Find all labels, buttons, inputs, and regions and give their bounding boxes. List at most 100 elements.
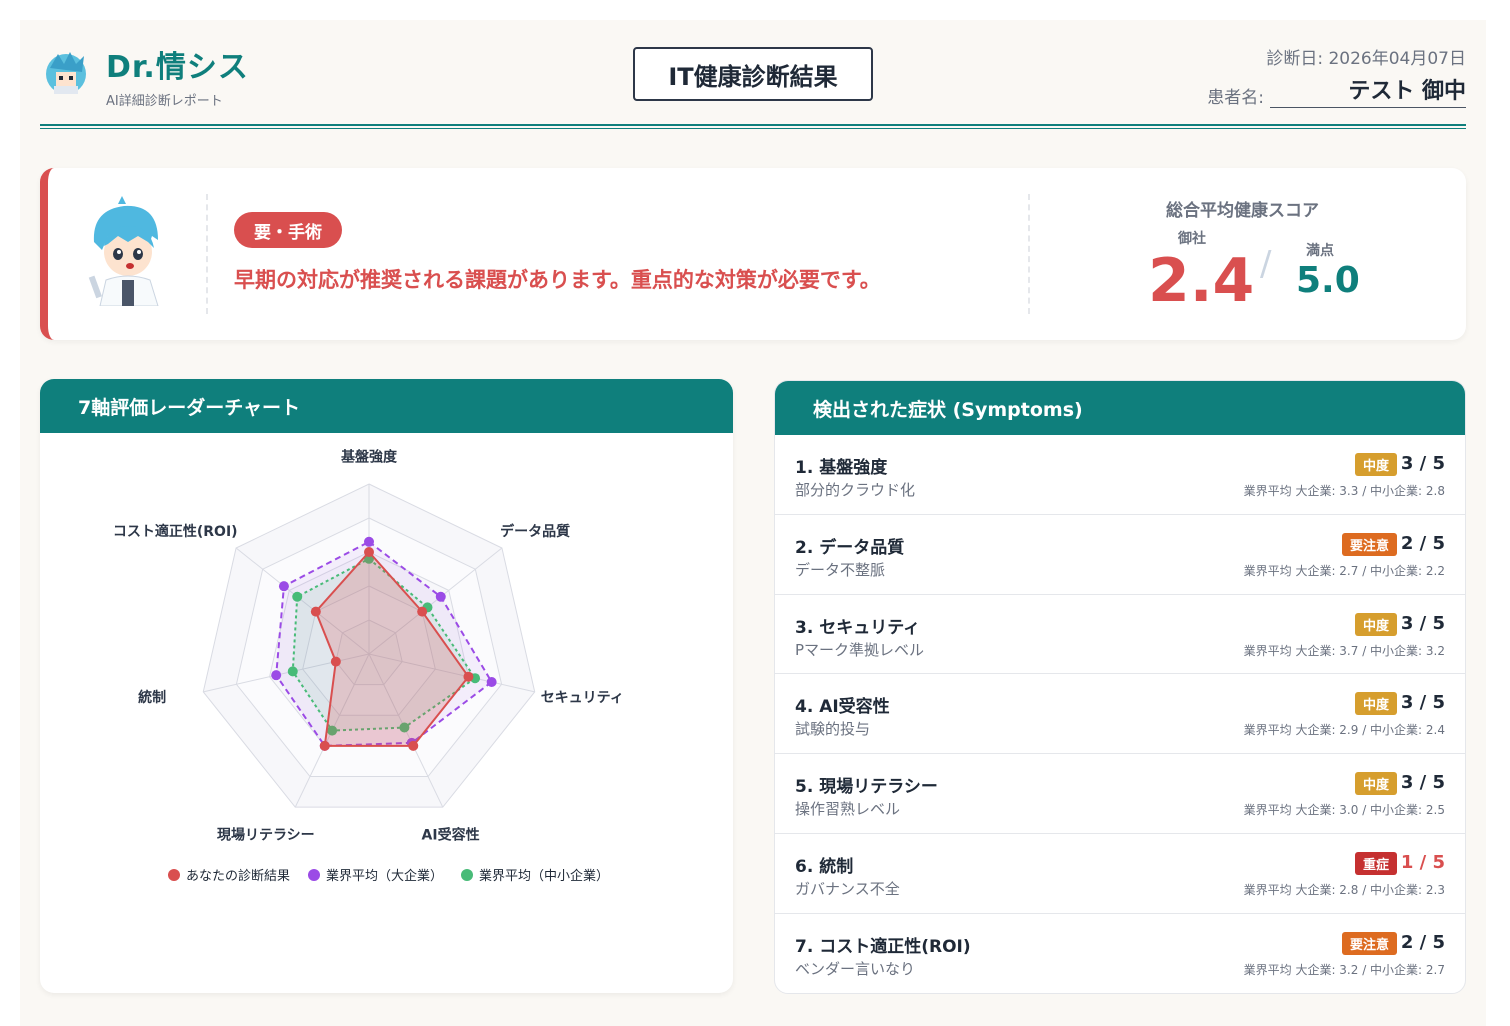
legend-swatch (168, 868, 180, 881)
score-separator: / (1260, 244, 1272, 284)
symptom-name: 4. AI受容性 (795, 697, 890, 718)
symptom-score: 3 / 5 (1400, 692, 1445, 714)
industry-average: 業界平均 大企業: 2.7 / 中小企業: 2.2 (1243, 563, 1445, 578)
radar-data-point (278, 581, 289, 592)
radar-legend: あなたの診断結果 業界平均（大企業） 業界平均（中小企業） (168, 865, 609, 884)
symptom-name: 7. コスト適正性(ROI) (795, 936, 971, 957)
legend-label: 業界平均（大企業） (326, 869, 444, 884)
symptom-name: 3. セキュリティ (795, 617, 921, 638)
symptom-score: 3 / 5 (1400, 772, 1445, 794)
brand-subtitle: AI詳細診断レポート (106, 94, 223, 109)
radar-card-title: 7軸評価レーダーチャート (40, 379, 733, 433)
symptom-detail: Pマーク準拠レベル (795, 640, 925, 659)
score-title: 総合平均健康スコア (1166, 201, 1319, 221)
radar-axis-label: 統制 (138, 689, 166, 706)
radar-data-point (271, 670, 282, 681)
severity-badge: 中度 (1354, 772, 1397, 796)
symptom-row: 6. 統制ガバナンス不全 1 / 5 重症業界平均 大企業: 2.8 / 中小企業:… (775, 834, 1465, 914)
date-label: 診断日: (1266, 49, 1324, 69)
radar-data-point (417, 606, 428, 617)
report-header: Dr.情シス AI詳細診断レポート IT健康診断結果 診断日: 2026年04月… (40, 42, 1466, 128)
legend-item[interactable]: 業界平均（中小企業） (461, 865, 609, 884)
radar-axis-label: 基盤強度 (341, 449, 398, 466)
symptom-row: 2. データ品質 データ不整脈 2 / 5 要注意業界平均 大企業: 2.7 / 中小… (775, 515, 1465, 595)
max-score-value: 5.0 (1296, 260, 1360, 301)
symptom-row: 7. コスト適正性(ROI) ベンダー言いなり 2 / 5 要注意 業界平均 大企業: … (775, 914, 1465, 993)
max-score-label: 満点 (1306, 243, 1334, 259)
industry-average: 業界平均 大企業: 3.2 / 中小企業: 2.7 (1243, 962, 1445, 977)
own-score-value: 2.4 (1148, 246, 1255, 316)
doctor-logo-icon (46, 52, 86, 94)
legend-item[interactable]: 業界平均（大企業） (308, 865, 443, 884)
industry-average: 業界平均 大企業: 3.7 / 中小企業: 3.2 (1243, 643, 1445, 658)
symptom-name: 5. 現場リテラシー (795, 777, 938, 798)
radar-axis-label: コスト適正性(ROI) (113, 523, 238, 540)
symptom-score: 1 / 5 (1400, 851, 1445, 873)
severity-badge: 中度 (1354, 692, 1397, 716)
radar-data-point (287, 666, 298, 677)
own-score-label: 御社 (1178, 231, 1206, 247)
radar-data-point (486, 676, 497, 687)
radar-data-point (330, 656, 341, 667)
symptom-row: 5. 現場リテラシー 操作習熟レベル 3 / 5 中度業界平均 大企業: 3.0 / … (775, 754, 1465, 834)
doctor-avatar-icon (88, 196, 159, 306)
symptom-name: 6. 統制 (795, 856, 854, 877)
symptom-score: 2 / 5 (1400, 532, 1445, 554)
report-page: Dr.情シス AI詳細診断レポート IT健康診断結果 診断日: 2026年04月… (20, 20, 1486, 1026)
status-badge: 要・手術 (234, 212, 342, 248)
diagnosis-summary-card: 要・手術 早期の対応が推奨される課題があります。重点的な対策が必要です。 総合平… (40, 168, 1466, 340)
symptoms-list: 1. 基盤強度 部分的クラウド化 3 / 5 中度 業界平均 大企業: 3.3 / 中小… (775, 435, 1465, 993)
symptoms-card: 検出された症状 (Symptoms) 1. 基盤強度 部分的クラウド化 3 / 5中… (774, 380, 1466, 994)
symptom-name: 2. データ品質 (795, 537, 905, 558)
symptom-detail: ベンダー言いなり (795, 959, 916, 978)
summary-divider (206, 194, 208, 314)
industry-average: 業界平均 大企業: 2.8 / 中小企業: 2.3 (1243, 882, 1445, 897)
header-divider-thin (40, 128, 1466, 129)
radar-axis-label: データ品質 (500, 523, 570, 540)
date-value: 2026年04月07日 (1328, 49, 1466, 69)
symptom-detail: ガバナンス不全 (795, 879, 900, 898)
symptom-detail: 試験的投与 (795, 720, 871, 739)
radar-data-point (408, 740, 419, 751)
symptom-score: 2 / 5 (1400, 931, 1445, 953)
radar-axis-label: 現場リテラシー (217, 826, 315, 843)
legend-swatch (308, 868, 321, 881)
symptom-name: 1. 基盤強度 (795, 458, 888, 478)
radar-axis-label: セキュリティ (541, 690, 624, 706)
patient-name: テスト 御中 (1270, 73, 1466, 108)
severity-badge: 中度 (1354, 612, 1397, 636)
radar-data-point (319, 740, 330, 751)
industry-average: 業界平均 大企業: 3.0 / 中小企業: 2.5 (1243, 803, 1445, 818)
symptom-row: 4. AI受容性 試験的投与 3 / 5 中度業界平均 大企業: 2.9 / 中小企業… (775, 674, 1465, 755)
symptom-row: 3. セキュリティ Pマーク準拠レベル 3 / 5 中度業界平均 大企業: 3.7 /… (775, 595, 1465, 675)
report-meta: 診断日: 2026年04月07日 患者名: テスト 御中 (1207, 44, 1466, 108)
symptoms-card-title: 検出された症状 (Symptoms) (775, 381, 1465, 435)
symptom-score: 3 / 5 (1400, 453, 1445, 474)
symptom-detail: 操作習熟レベル (795, 800, 901, 819)
radar-chart: 基盤強度データ品質セキュリティ AI受容性 現場リテラシー 統制 コスト適正性(ROI) (113, 449, 624, 844)
summary-divider-right (1028, 194, 1030, 314)
legend-label: 業界平均（中小企業） (479, 869, 610, 884)
severity-badge: 要注意 (1341, 532, 1397, 556)
legend-label: あなたの診断結果 (186, 869, 291, 884)
radar-data-point (292, 591, 303, 602)
symptom-score: 3 / 5 (1400, 612, 1445, 634)
legend-swatch (461, 868, 474, 881)
severity-badge: 重症 (1354, 851, 1397, 875)
radar-data-point (463, 671, 474, 682)
radar-chart-card: 7軸評価レーダーチャート 基盤強度データ品質セキュリティ AI受容性 現場リテラシー… (40, 379, 733, 993)
radar-data-point (310, 606, 321, 617)
header-divider (40, 124, 1466, 126)
severity-badge: 中度 (1354, 453, 1397, 476)
page-title: IT健康診断結果 (633, 47, 873, 101)
symptom-row: 1. 基盤強度部分的クラウド化 3 / 5 中度業界平均 大企業: 3.3 / 中小… (775, 435, 1465, 515)
legend-item[interactable]: あなたの診断結果 (168, 865, 290, 884)
patient-label: 患者名: (1207, 88, 1264, 108)
brand-name: Dr.情シス (106, 50, 249, 85)
radar-axis-label: AI受容性 (422, 826, 480, 843)
radar-data-point (435, 591, 446, 602)
industry-average: 業界平均 大企業: 2.9 / 中小企業: 2.4 (1243, 723, 1445, 738)
industry-average: 業界平均 大企業: 3.3 / 中小企業: 2.8 (1243, 484, 1445, 498)
symptom-detail: データ不整脈 (795, 560, 886, 579)
symptom-detail: 部分的クラウド化 (795, 481, 916, 499)
